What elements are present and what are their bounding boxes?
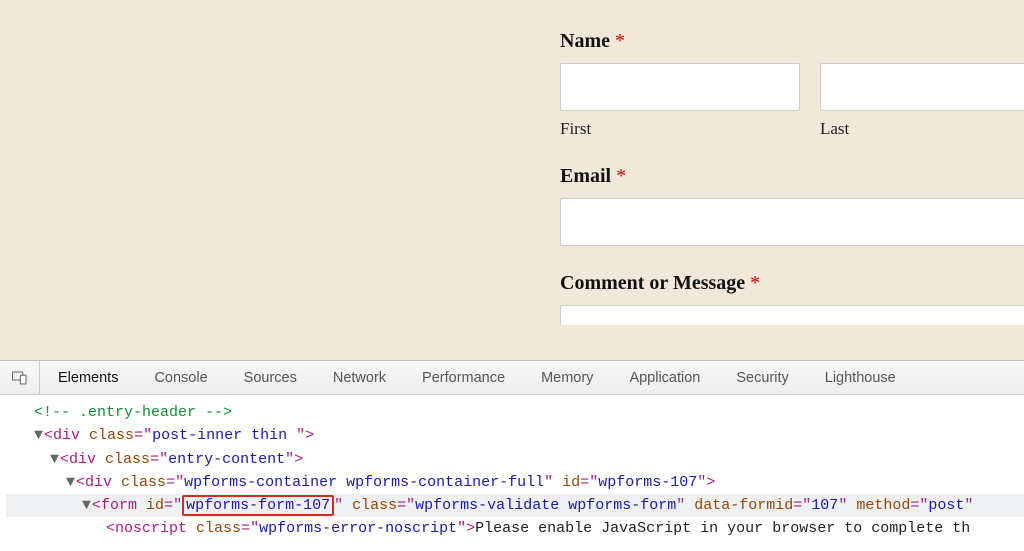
required-asterisk: *: [750, 272, 760, 294]
name-label-text: Name: [560, 30, 610, 52]
tab-security[interactable]: Security: [718, 361, 806, 394]
html-comment: <!-- .entry-header -->: [34, 404, 232, 421]
tab-lighthouse[interactable]: Lighthouse: [807, 361, 914, 394]
comment-label-text: Comment or Message: [560, 272, 745, 294]
email-label-text: Email: [560, 165, 611, 187]
email-label: Email *: [560, 165, 1024, 188]
contact-form: Name * First Last Email *: [560, 30, 1024, 325]
highlighted-form-row[interactable]: ▼<form id="wpforms-form-107" class="wpfo…: [6, 494, 1024, 517]
comment-label: Comment or Message *: [560, 272, 1024, 295]
name-field-block: Name * First Last: [560, 30, 1024, 139]
device-toggle-icon[interactable]: [0, 361, 40, 394]
required-asterisk: *: [616, 165, 626, 187]
last-name-input[interactable]: [820, 63, 1024, 111]
tab-console[interactable]: Console: [136, 361, 225, 394]
required-asterisk: *: [615, 30, 625, 52]
tab-sources[interactable]: Sources: [226, 361, 315, 394]
first-name-sublabel: First: [560, 119, 800, 139]
form-id-highlight: wpforms-form-107: [182, 495, 334, 516]
email-field-block: Email *: [560, 165, 1024, 246]
first-name-col: First: [560, 63, 800, 139]
tab-elements[interactable]: Elements: [40, 361, 136, 394]
tab-application[interactable]: Application: [611, 361, 718, 394]
email-input[interactable]: [560, 198, 1024, 246]
comment-textarea[interactable]: [560, 305, 1024, 325]
devtools-tabbar: Elements Console Sources Network Perform…: [0, 361, 1024, 395]
last-name-sublabel: Last: [820, 119, 1024, 139]
name-inputs-row: First Last: [560, 63, 1024, 139]
name-label: Name *: [560, 30, 1024, 53]
comment-field-block: Comment or Message *: [560, 272, 1024, 325]
dom-tree[interactable]: <!-- .entry-header -->▼<div class="post-…: [0, 395, 1024, 541]
tab-performance[interactable]: Performance: [404, 361, 523, 394]
tab-network[interactable]: Network: [315, 361, 404, 394]
last-name-col: Last: [820, 63, 1024, 139]
devtools-panel: Elements Console Sources Network Perform…: [0, 360, 1024, 551]
page-background: Name * First Last Email *: [0, 0, 1024, 360]
first-name-input[interactable]: [560, 63, 800, 111]
tab-memory[interactable]: Memory: [523, 361, 611, 394]
